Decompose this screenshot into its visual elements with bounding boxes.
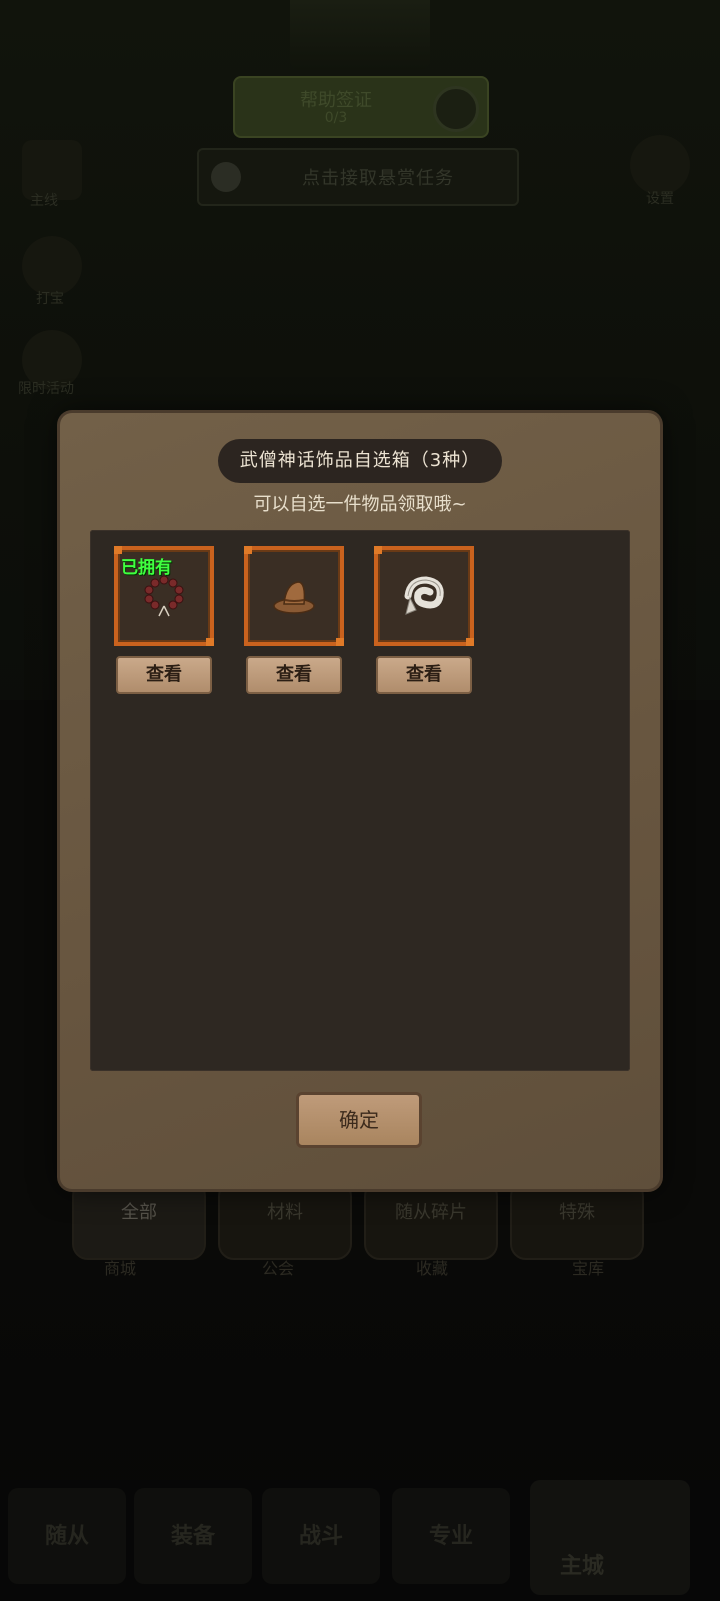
item-slot-leather-hat[interactable] <box>244 546 344 646</box>
nav-home-label: 主城 <box>560 1554 605 1579</box>
bounty-text: 点击接取悬赏任务 <box>302 168 454 189</box>
leather-hat-icon <box>273 581 315 614</box>
collection-label[interactable]: 收藏 <box>362 1255 502 1279</box>
dialog-title: 武僧神话饰品自选箱（3种） <box>218 439 502 483</box>
quest-title: 帮助签证 <box>300 90 372 111</box>
treasure-label: 打宝 <box>36 291 64 307</box>
nav-battle[interactable]: 战斗 <box>262 1488 380 1584</box>
prayer-beads-icon <box>144 575 184 617</box>
event-label: 限时活动 <box>18 381 74 397</box>
nav-home[interactable]: 主城 <box>530 1480 690 1595</box>
tab-all-label: 全部 <box>121 1202 157 1223</box>
gear-icon[interactable] <box>630 135 690 195</box>
main-quest-label: 主线 <box>30 193 58 209</box>
scarf-icon <box>404 576 444 615</box>
tab-all[interactable]: 全部 <box>72 1180 206 1260</box>
item-slot-white-scarf[interactable] <box>374 546 474 646</box>
nav-profession[interactable]: 专业 <box>392 1488 510 1584</box>
dialog-subtitle: 可以自选一件物品领取哦~ <box>253 494 467 515</box>
settings-label: 设置 <box>646 191 674 207</box>
nav-followers[interactable]: 随从 <box>8 1488 126 1584</box>
quest-tracker[interactable]: 帮助签证 0/3 <box>233 76 489 138</box>
quest-icon <box>433 86 479 132</box>
tab-special[interactable]: 特殊 <box>510 1180 644 1260</box>
tab-fragments-label: 随从碎片 <box>395 1202 467 1223</box>
view-button-prayer-beads[interactable]: 查看 <box>116 656 212 694</box>
bounty-icon <box>211 162 241 192</box>
tab-special-label: 特殊 <box>559 1202 595 1223</box>
treasure-icon[interactable] <box>22 236 82 296</box>
owned-badge: 已拥有 <box>121 558 172 578</box>
nav-battle-label: 战斗 <box>298 1524 343 1549</box>
nav-followers-label: 随从 <box>44 1524 89 1549</box>
quest-progress: 0/3 <box>324 110 348 126</box>
tab-materials[interactable]: 材料 <box>218 1180 352 1260</box>
castle-silhouette <box>290 0 430 70</box>
tab-materials-label: 材料 <box>267 1202 303 1223</box>
nav-equipment[interactable]: 装备 <box>134 1488 252 1584</box>
nav-profession-label: 专业 <box>428 1524 473 1549</box>
vault-label[interactable]: 宝库 <box>518 1255 658 1279</box>
view-button-leather-hat[interactable]: 查看 <box>246 656 342 694</box>
nav-equipment-label: 装备 <box>170 1524 215 1549</box>
bounty-bar[interactable]: 点击接取悬赏任务 <box>197 148 519 206</box>
tab-fragments[interactable]: 随从碎片 <box>364 1180 498 1260</box>
item-slot-prayer-beads[interactable]: 已拥有 <box>114 546 214 646</box>
view-button-white-scarf[interactable]: 查看 <box>376 656 472 694</box>
shop-label[interactable]: 商城 <box>50 1255 190 1279</box>
confirm-button[interactable]: 确定 <box>296 1092 422 1148</box>
guild-label[interactable]: 公会 <box>208 1255 348 1279</box>
